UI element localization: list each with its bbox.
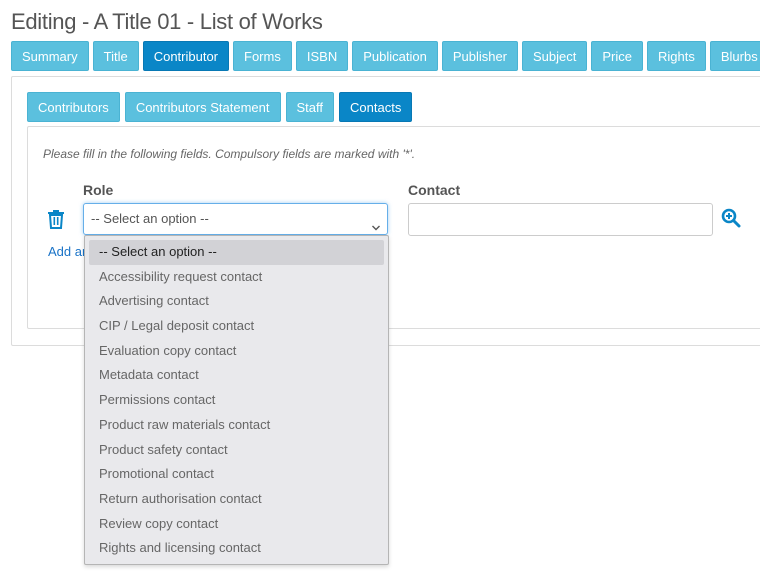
tab-summary[interactable]: Summary [11, 41, 89, 71]
tab-isbn[interactable]: ISBN [295, 41, 349, 71]
sub-tab-bar: Contributors Contributors Statement Staf… [27, 92, 413, 122]
role-select[interactable]: -- Select an option -- [83, 203, 388, 235]
tab-publication[interactable]: Publication [352, 41, 438, 71]
page-title: Editing - A Title 01 - List of Works [11, 9, 323, 34]
dropdown-option[interactable]: Review copy contact [89, 512, 384, 537]
form-instructions: Please fill in the following fields. Com… [43, 147, 416, 161]
dropdown-option[interactable]: Advertising contact [89, 289, 384, 314]
dropdown-option[interactable]: -- Select an option -- [89, 240, 384, 265]
tab-forms[interactable]: Forms [233, 41, 292, 71]
subtab-contacts[interactable]: Contacts [339, 92, 413, 122]
dropdown-option[interactable]: Metadata contact [89, 363, 384, 388]
zoom-in-icon[interactable] [721, 208, 741, 228]
tab-contributor[interactable]: Contributor [142, 41, 230, 71]
tab-subject[interactable]: Subject [522, 41, 588, 71]
main-tab-bar: Summary Title Contributor Forms ISBN Pub… [11, 41, 760, 71]
contact-label: Contact [408, 182, 461, 198]
dropdown-option[interactable]: Rights and licensing contact [89, 536, 384, 561]
dropdown-option[interactable]: Accessibility request contact [89, 265, 384, 290]
dropdown-option[interactable]: CIP / Legal deposit contact [89, 314, 384, 339]
subtab-contributors[interactable]: Contributors [27, 92, 120, 122]
tab-price[interactable]: Price [591, 41, 644, 71]
role-select-value: -- Select an option -- [91, 211, 209, 226]
dropdown-option[interactable]: Permissions contact [89, 388, 384, 413]
role-dropdown-list: -- Select an option -- Accessibility req… [84, 235, 389, 565]
dropdown-option[interactable]: Promotional contact [89, 462, 384, 487]
dropdown-option[interactable]: Evaluation copy contact [89, 339, 384, 364]
trash-icon[interactable] [47, 209, 65, 229]
chevron-down-icon [371, 214, 381, 231]
contact-field[interactable] [408, 203, 713, 236]
tab-blurbs[interactable]: Blurbs [709, 41, 760, 71]
subtab-contributors-statement[interactable]: Contributors Statement [124, 92, 281, 122]
tab-title[interactable]: Title [92, 41, 139, 71]
tab-publisher[interactable]: Publisher [441, 41, 519, 71]
subtab-staff[interactable]: Staff [285, 92, 335, 122]
dropdown-option[interactable]: Return authorisation contact [89, 487, 384, 512]
dropdown-option[interactable]: Product safety contact [89, 438, 384, 463]
dropdown-option[interactable]: Product raw materials contact [89, 413, 384, 438]
tab-rights[interactable]: Rights [647, 41, 706, 71]
role-label: Role [83, 182, 114, 198]
